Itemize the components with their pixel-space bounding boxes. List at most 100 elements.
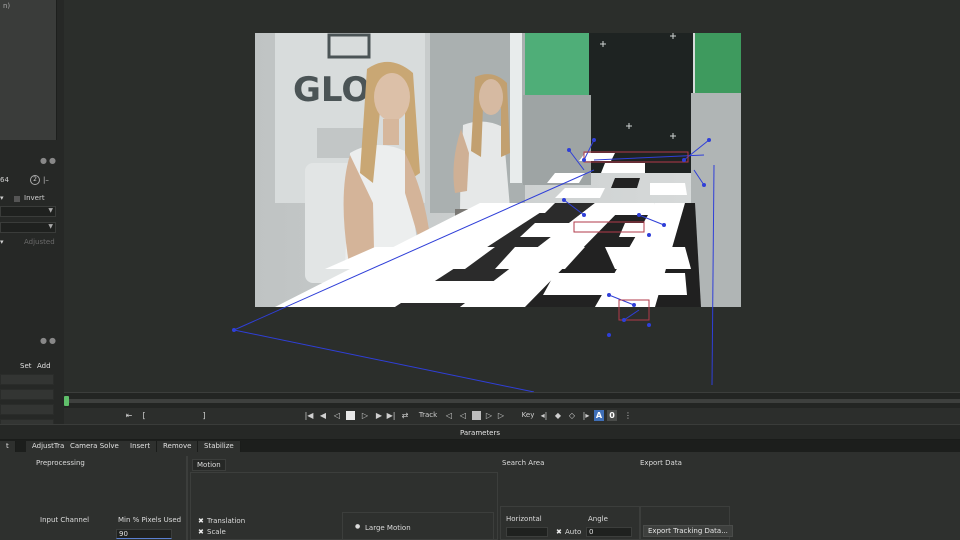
invert-label: Invert: [24, 194, 45, 202]
dropdown-arrow-icon[interactable]: ▾: [0, 194, 4, 202]
last-frame-icon[interactable]: ▶|: [386, 410, 396, 421]
viewer-canvas[interactable]: GLO: [64, 0, 960, 392]
tab-remove[interactable]: Remove: [157, 441, 199, 452]
layer-list-label: n): [3, 2, 11, 10]
tracker-point[interactable]: [567, 148, 571, 152]
key-delete-icon[interactable]: ◇: [566, 410, 578, 421]
search-region-box[interactable]: [573, 221, 645, 233]
tab-stabilize[interactable]: Stabilize: [198, 441, 241, 452]
timeline-track[interactable]: [66, 399, 960, 403]
panel-options-icon[interactable]: ●●: [40, 156, 58, 165]
tracker-point[interactable]: [647, 323, 651, 327]
play-backward-icon[interactable]: ◁: [332, 410, 342, 421]
set-button[interactable]: Set: [20, 362, 32, 370]
mark-in-icon[interactable]: [: [138, 410, 150, 421]
left-dropdown-2[interactable]: ▼: [0, 222, 56, 233]
key-label: Key: [521, 411, 535, 419]
tracker-spoke: [563, 199, 585, 216]
tracker-point[interactable]: [607, 293, 611, 297]
next-frame-icon[interactable]: ▶: [374, 410, 384, 421]
panel-options-icon[interactable]: ●●: [40, 336, 58, 345]
chevron-down-icon: ▼: [48, 223, 53, 230]
input-channel-label: Input Channel: [40, 516, 90, 524]
plane-edge-line: [711, 164, 715, 386]
tracker-point[interactable]: [607, 333, 611, 337]
stop-button[interactable]: [346, 411, 355, 420]
tracker-point[interactable]: [637, 213, 641, 217]
tracker-point[interactable]: [662, 223, 666, 227]
tracker-point[interactable]: [582, 213, 586, 217]
search-area-title: Search Area: [502, 459, 545, 467]
chevron-down-icon: ▼: [48, 207, 53, 214]
left-field-2[interactable]: [0, 389, 54, 400]
key-options-icon[interactable]: ⋮: [622, 410, 634, 421]
plane-corner-point[interactable]: [232, 328, 236, 332]
large-motion-radio[interactable]: ●: [355, 523, 360, 530]
horizontal-label: Horizontal: [506, 515, 542, 523]
angle-label: Angle: [588, 515, 608, 523]
dropdown-arrow-icon[interactable]: ▾: [0, 238, 4, 246]
track-backward-icon[interactable]: ◁: [444, 410, 454, 421]
tab-track[interactable]: t: [0, 441, 16, 452]
auto-checkbox[interactable]: ✖: [556, 529, 562, 536]
prev-key-icon[interactable]: ◀: [318, 410, 328, 421]
key-next-icon[interactable]: |▸: [580, 410, 592, 421]
left-dropdown-1[interactable]: ▼: [0, 206, 56, 217]
track-forward-icon[interactable]: ▷: [496, 410, 506, 421]
tab-camera-solve[interactable]: Camera Solve: [64, 441, 126, 452]
track-step-forward-icon[interactable]: ▷: [484, 410, 494, 421]
tracker-spoke: [693, 169, 705, 186]
tracker-point[interactable]: [582, 158, 586, 162]
step-icon[interactable]: |–: [43, 176, 49, 184]
tracker-point[interactable]: [647, 233, 651, 237]
tracker-point[interactable]: [632, 303, 636, 307]
translation-checkbox[interactable]: ✖: [198, 518, 204, 525]
scale-checkbox[interactable]: ✖: [198, 529, 204, 536]
layer-list-box[interactable]: n): [0, 0, 57, 140]
key-add-icon[interactable]: ◆: [552, 410, 564, 421]
angle-field[interactable]: 0: [586, 527, 632, 537]
first-frame-icon[interactable]: |◀: [304, 410, 314, 421]
motion-title: Motion: [192, 459, 226, 471]
play-forward-icon[interactable]: ▷: [360, 410, 370, 421]
value-row: 64 2 |–: [0, 175, 58, 186]
module-tabs: t AdjustTrack Camera Solve Insert Remove…: [0, 440, 960, 452]
tab-insert[interactable]: Insert: [124, 441, 158, 452]
track-step-back-icon[interactable]: ◁: [458, 410, 468, 421]
search-region-box[interactable]: [583, 151, 689, 163]
translation-label: Translation: [207, 517, 246, 525]
tracker-point[interactable]: [682, 158, 686, 162]
export-tracking-data-button[interactable]: Export Tracking Data...: [643, 525, 733, 537]
large-motion-label: Large Motion: [365, 524, 411, 532]
tracker-spoke: [623, 309, 640, 321]
horizontal-field[interactable]: [506, 527, 548, 537]
mark-out-icon[interactable]: ]: [197, 410, 211, 421]
tracker-overlay[interactable]: [64, 0, 960, 392]
key-prev-icon[interactable]: ◂|: [538, 410, 550, 421]
min-pixels-field[interactable]: 90: [116, 529, 172, 539]
tracker-point[interactable]: [592, 138, 596, 142]
track-stop-button[interactable]: [472, 411, 481, 420]
left-field-3[interactable]: [0, 404, 54, 415]
plane-edge-line: [233, 169, 595, 331]
timeline-bar[interactable]: [64, 392, 960, 408]
zero-toggle[interactable]: 0: [607, 410, 617, 421]
go-to-start-icon[interactable]: ⇤: [120, 410, 138, 421]
tracker-point[interactable]: [562, 198, 566, 202]
auto-label: Auto: [565, 528, 582, 536]
add-button[interactable]: Add: [37, 362, 51, 370]
left-field-1[interactable]: [0, 374, 54, 385]
parameters-panel: Preprocessing Input Channel Min % Pixels…: [0, 452, 960, 540]
adjusted-label: Adjusted: [24, 238, 55, 246]
playhead-marker[interactable]: [64, 396, 69, 406]
transport-bar: ⇤ [ ] |◀ ◀ ◁ ▷ ▶ ▶| ⇄ Track ◁ ◁ ▷ ▷ Key …: [64, 408, 960, 424]
tracker-point[interactable]: [707, 138, 711, 142]
section-divider: [186, 456, 188, 540]
loop-icon[interactable]: ⇄: [400, 410, 410, 421]
spinner-icon[interactable]: 2: [30, 175, 40, 185]
auto-key-toggle[interactable]: A: [594, 410, 604, 421]
min-pixels-label: Min % Pixels Used: [118, 516, 182, 524]
tracker-point[interactable]: [702, 183, 706, 187]
tracker-point[interactable]: [622, 318, 626, 322]
invert-checkbox[interactable]: [14, 196, 20, 202]
